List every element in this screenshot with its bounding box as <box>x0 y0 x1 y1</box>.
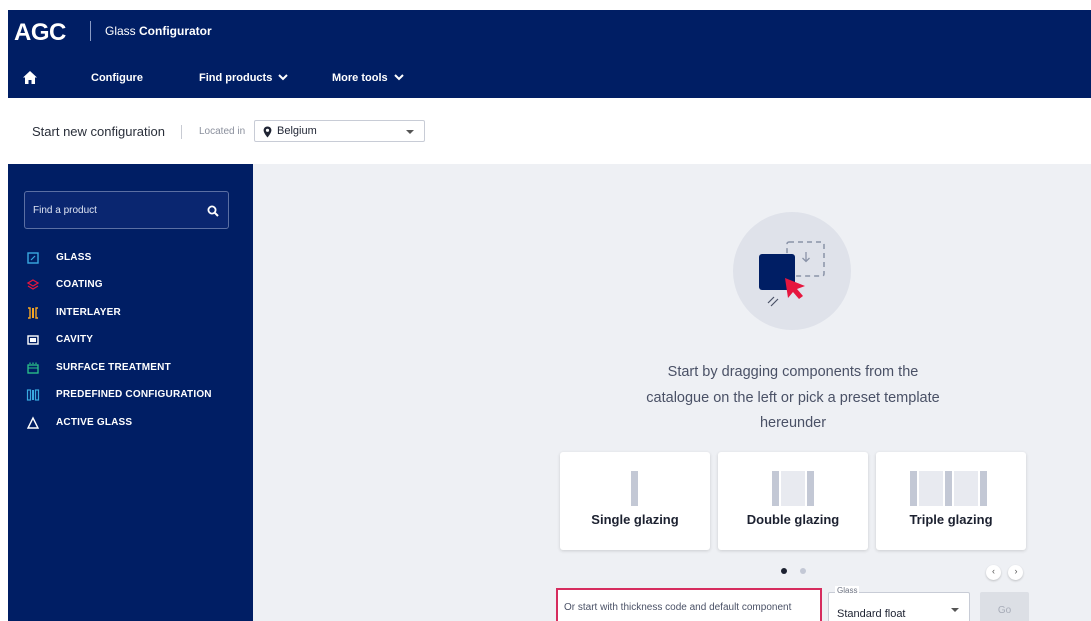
go-button[interactable]: Go <box>980 592 1029 621</box>
carousel-dot-active[interactable] <box>781 568 787 574</box>
find-product-search[interactable]: Find a product <box>24 191 229 229</box>
glass-select-legend: Glass <box>835 586 860 595</box>
subheader-divider <box>181 125 182 139</box>
predefined-configuration-icon <box>26 388 40 402</box>
drag-drop-illustration <box>733 212 851 330</box>
carousel-dots <box>781 561 815 579</box>
category-predefined-configuration[interactable]: PREDEFINED CONFIGURATION <box>26 387 246 403</box>
category-active-glass[interactable]: ACTIVE GLASS <box>26 415 246 431</box>
configuration-bar: Start new configuration Located in Belgi… <box>8 98 1091 164</box>
start-new-configuration[interactable]: Start new configuration <box>32 124 165 139</box>
caret-down-icon <box>406 130 414 134</box>
canvas-area[interactable]: Start by dragging components from the ca… <box>253 164 1091 621</box>
home-icon[interactable] <box>22 70 38 86</box>
surface-treatment-icon <box>26 361 40 375</box>
template-double-glazing[interactable]: Double glazing <box>718 452 868 550</box>
located-in-label: Located in <box>199 126 246 137</box>
category-interlayer[interactable]: INTERLAYER <box>26 305 246 321</box>
nav-find-products[interactable]: Find products <box>199 72 289 84</box>
chevron-down-icon <box>278 72 289 84</box>
main-nav: Configure Find products More tools <box>8 66 1091 92</box>
drag-component-icon <box>759 241 825 307</box>
coating-icon <box>26 278 40 292</box>
country-value: Belgium <box>277 125 317 137</box>
location-pin-icon <box>263 125 272 143</box>
carousel-prev-button[interactable]: ‹ <box>986 565 1001 580</box>
cavity-icon <box>26 333 40 347</box>
nav-more-tools[interactable]: More tools <box>332 72 404 84</box>
chevron-down-icon <box>393 72 404 84</box>
active-glass-icon <box>26 416 40 430</box>
template-single-glazing[interactable]: Single glazing <box>560 452 710 550</box>
triple-glazing-icon <box>910 471 987 506</box>
app-frame: AGC Glass Configurator Configure Find pr… <box>8 10 1091 621</box>
chevron-right-icon: › <box>1014 566 1018 576</box>
category-coating[interactable]: COATING <box>26 277 246 293</box>
template-triple-glazing[interactable]: Triple glazing <box>876 452 1026 550</box>
nav-configure[interactable]: Configure <box>91 72 143 84</box>
caret-down-icon <box>951 608 959 612</box>
instruction-text: Start by dragging components from the ca… <box>646 364 940 431</box>
catalogue-sidebar: Find a product GLASS COATING INTERLAYER … <box>8 164 253 621</box>
country-select[interactable]: Belgium <box>254 120 425 142</box>
thickness-code-field[interactable] <box>556 588 822 621</box>
carousel-arrows: ‹ › <box>986 565 1026 583</box>
category-surface-treatment[interactable]: SURFACE TREATMENT <box>26 360 246 376</box>
chevron-left-icon: ‹ <box>992 566 995 576</box>
interlayer-icon <box>26 306 40 320</box>
app-title: Glass Configurator <box>105 24 212 38</box>
double-glazing-icon <box>772 471 814 506</box>
single-glazing-icon <box>631 471 638 506</box>
top-bar: AGC Glass Configurator Configure Find pr… <box>8 10 1091 98</box>
search-placeholder: Find a product <box>33 205 97 216</box>
glass-icon <box>26 251 40 265</box>
glass-select-value: Standard float <box>837 608 906 620</box>
category-glass[interactable]: GLASS <box>26 250 246 266</box>
glass-select[interactable]: Glass Standard float <box>828 586 970 621</box>
header-divider <box>90 21 91 41</box>
agc-logo[interactable]: AGC <box>14 19 66 47</box>
carousel-dot[interactable] <box>800 568 807 574</box>
category-cavity[interactable]: CAVITY <box>26 332 246 348</box>
thickness-code-input[interactable] <box>564 602 814 613</box>
carousel-next-button[interactable]: › <box>1008 565 1024 580</box>
search-icon[interactable] <box>207 204 219 222</box>
